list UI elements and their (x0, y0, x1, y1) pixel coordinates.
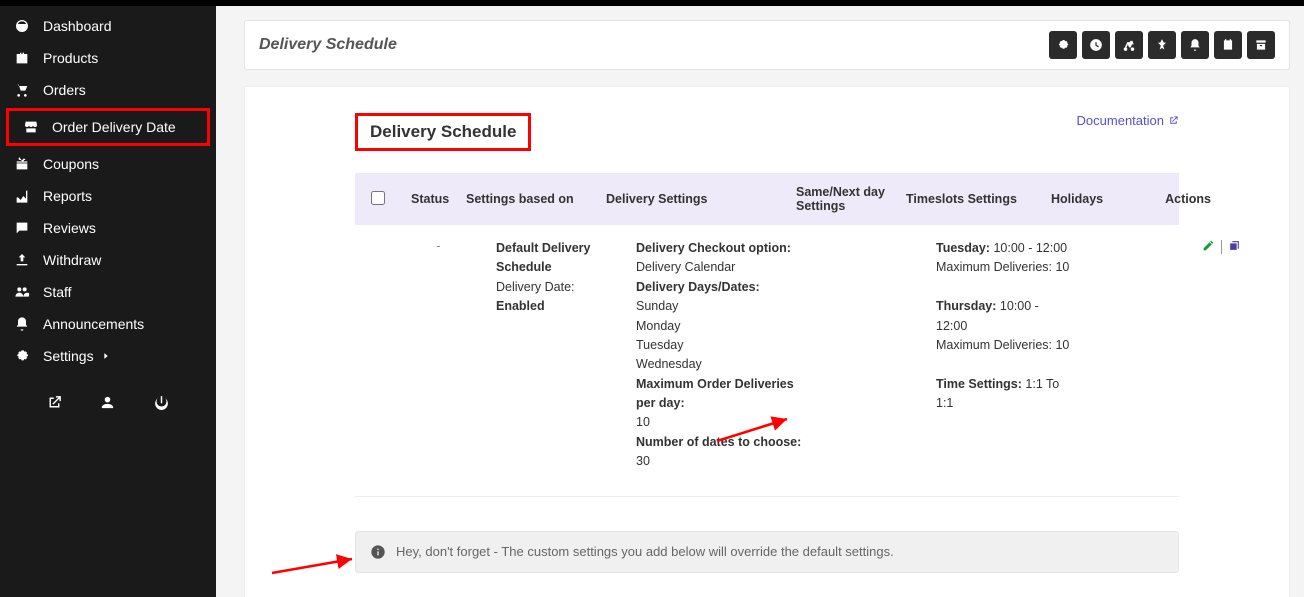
copy-button[interactable] (1228, 239, 1241, 255)
table-header: Status Settings based on Delivery Settin… (355, 173, 1179, 225)
toolbar (1049, 31, 1275, 59)
chat-icon (14, 220, 30, 236)
deliv-max-value: 10 (636, 415, 650, 429)
card-title: Delivery Schedule (355, 113, 531, 151)
gear-icon (14, 348, 30, 364)
deliv-days-label: Delivery Days/Dates: (636, 280, 760, 294)
override-notice: Hey, don't forget - The custom settings … (355, 531, 1179, 573)
basis-date-value: Enabled (496, 299, 545, 313)
col-basis: Settings based on (466, 192, 606, 206)
sidebar-item-reviews[interactable]: Reviews (0, 212, 216, 244)
briefcase-icon (14, 50, 30, 66)
external-link-icon (1168, 115, 1179, 126)
col-holidays: Holidays (1051, 192, 1161, 206)
deliv-day: Sunday (636, 299, 678, 313)
archive-icon (1254, 38, 1268, 52)
sidebar-item-announcements[interactable]: Announcements (0, 308, 216, 340)
schedule-card: Delivery Schedule Documentation Status S… (244, 86, 1290, 597)
toolbar-notify-button[interactable] (1181, 31, 1209, 59)
toolbar-settings-button[interactable] (1049, 31, 1077, 59)
power-icon[interactable] (153, 394, 170, 411)
chevron-right-icon (101, 351, 111, 361)
toolbar-archive-button[interactable] (1247, 31, 1275, 59)
table-row: - Default Delivery Schedule Delivery Dat… (355, 225, 1179, 497)
store-icon (23, 119, 39, 135)
sidebar-item-dashboard[interactable]: Dashboard (0, 10, 216, 42)
page-title: Delivery Schedule (259, 36, 397, 54)
col-slots: Timeslots Settings (906, 192, 1051, 206)
sidebar-item-orders[interactable]: Orders (0, 74, 216, 106)
page-header: Delivery Schedule (244, 20, 1290, 70)
sidebar-item-coupons[interactable]: Coupons (0, 148, 216, 180)
deliv-max-label: Maximum Order Deliveries per day: (636, 377, 794, 410)
documentation-link[interactable]: Documentation (1077, 113, 1179, 128)
toolbar-calendar-button[interactable] (1214, 31, 1242, 59)
deliv-checkout-value: Delivery Calendar (636, 260, 735, 274)
bell-icon (14, 316, 30, 332)
external-link-icon[interactable] (46, 394, 63, 411)
row-status: - (411, 239, 466, 253)
toolbar-delivery-button[interactable] (1115, 31, 1143, 59)
chart-icon (14, 188, 30, 204)
toolbar-pin-button[interactable] (1148, 31, 1176, 59)
toolbar-time-button[interactable] (1082, 31, 1110, 59)
bike-icon (1122, 38, 1136, 52)
calendar-icon (1221, 38, 1235, 52)
pencil-icon (1202, 239, 1215, 252)
sidebar: Dashboard Products Orders Order Delivery… (0, 6, 216, 597)
user-icon[interactable] (99, 394, 116, 411)
col-delivery: Delivery Settings (606, 192, 796, 206)
deliv-day: Wednesday (636, 357, 702, 371)
deliv-checkout-label: Delivery Checkout option: (636, 241, 791, 255)
edit-button[interactable] (1202, 239, 1215, 255)
cart-icon (14, 82, 30, 98)
col-status: Status (411, 192, 466, 206)
sidebar-item-products[interactable]: Products (0, 42, 216, 74)
pin-icon (1155, 38, 1169, 52)
deliv-day: Tuesday (636, 338, 683, 352)
col-same: Same/Next day Settings (796, 185, 906, 213)
gear-icon (1056, 38, 1070, 52)
info-icon (370, 544, 386, 560)
deliv-choose-label: Number of dates to choose: (636, 435, 801, 449)
copy-icon (1228, 239, 1241, 252)
gauge-icon (14, 18, 30, 34)
col-actions: Actions (1161, 192, 1211, 206)
clock-icon (1089, 38, 1103, 52)
gift-icon (14, 156, 30, 172)
sidebar-item-settings[interactable]: Settings (0, 340, 216, 372)
upload-icon (14, 252, 30, 268)
sidebar-item-order-delivery-date[interactable]: Order Delivery Date (9, 111, 207, 143)
sidebar-item-reports[interactable]: Reports (0, 180, 216, 212)
sidebar-item-withdraw[interactable]: Withdraw (0, 244, 216, 276)
basis-title: Default Delivery Schedule (496, 241, 590, 274)
select-all-checkbox[interactable] (371, 191, 385, 205)
sidebar-item-staff[interactable]: Staff (0, 276, 216, 308)
deliv-day: Monday (636, 319, 680, 333)
deliv-choose-value: 30 (636, 454, 650, 468)
bell-icon (1188, 38, 1202, 52)
users-icon (14, 284, 30, 300)
basis-date-label: Delivery Date: (496, 280, 575, 294)
